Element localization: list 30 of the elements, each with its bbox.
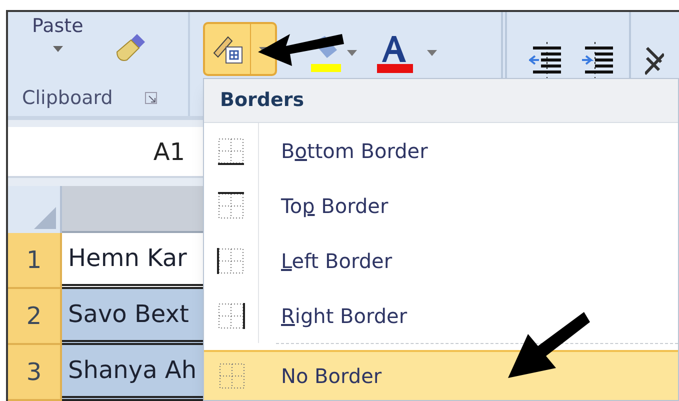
caret-icon[interactable] [427, 50, 437, 56]
corner-triangle-icon [34, 206, 56, 229]
border-style-icon [217, 302, 245, 330]
border-style-icon [218, 362, 246, 390]
font-color-icon[interactable] [375, 34, 413, 76]
menu-item[interactable]: Top Border [204, 178, 678, 233]
menu-title: Borders [220, 88, 304, 114]
row-header[interactable]: 3 [8, 344, 62, 401]
increase-indent-icon[interactable] [581, 42, 615, 78]
table-cell: Hemn Kar [62, 232, 203, 289]
menu-item[interactable]: Left Border [204, 233, 678, 288]
arrow-icon [506, 312, 590, 380]
row-header[interactable]: 1 [8, 232, 62, 289]
group-label: Clipboard [22, 86, 113, 111]
menu-item[interactable]: No Border [204, 350, 678, 400]
menu-item[interactable]: Right Border [204, 288, 678, 343]
borders-button[interactable] [203, 22, 277, 76]
name-box[interactable]: A1 [153, 134, 185, 170]
border-style-icon [217, 192, 245, 220]
border-style-icon [217, 136, 245, 164]
row-header[interactable]: 2 [8, 288, 62, 345]
caret-icon[interactable] [347, 50, 357, 56]
caret-icon [52, 46, 63, 52]
border-style-icon [217, 246, 245, 274]
dialog-launcher-icon[interactable] [144, 92, 157, 104]
table-cell: Shanya Ah [62, 344, 203, 401]
menu-item[interactable]: Bottom Border [204, 123, 678, 178]
decrease-indent-icon[interactable] [529, 42, 563, 78]
paste-label[interactable]: Paste [32, 14, 84, 38]
table-cell: Savo Bext [62, 288, 203, 345]
